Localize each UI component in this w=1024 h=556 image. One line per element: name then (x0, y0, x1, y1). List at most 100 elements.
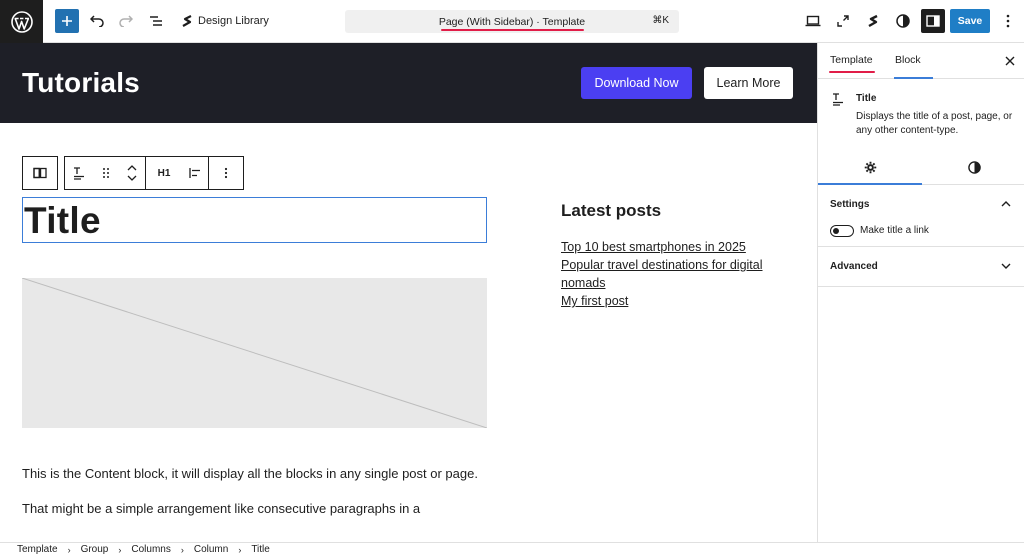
wordpress-logo-button[interactable] (0, 0, 43, 43)
title-block-icon (74, 167, 84, 180)
tab-template-highlight (829, 71, 875, 73)
breadcrumb-item[interactable]: Column (194, 544, 228, 555)
settings-sidebar-toggle[interactable] (921, 9, 945, 33)
settings-panel-title[interactable]: Settings (830, 199, 869, 210)
heading-level-button[interactable]: H1 (146, 157, 182, 189)
content-paragraph: That might be a simple arrangement like … (22, 501, 421, 516)
block-card-description: Displays the title of a post, page, or a… (856, 111, 1013, 136)
close-icon (1005, 56, 1015, 66)
post-content-block[interactable]: This is the Content block, it will displ… (22, 463, 487, 519)
breadcrumb-item[interactable]: Template (17, 544, 58, 555)
redo-button[interactable] (114, 9, 138, 33)
chevron-right-icon: › (118, 544, 122, 555)
settings-panel: Settings Make title a link (818, 185, 1024, 247)
block-toolbar: H1 (22, 156, 244, 190)
device-preview-button[interactable] (801, 9, 825, 33)
stackable-settings-button[interactable] (861, 9, 885, 33)
drag-handle-icon (103, 168, 109, 178)
tab-template[interactable]: Template (830, 54, 873, 66)
block-controls-group: H1 (64, 156, 244, 190)
inspector-tabs (818, 149, 1024, 185)
latest-post-link[interactable]: My first post (561, 294, 628, 308)
list-view-icon (150, 16, 162, 26)
options-menu-button[interactable] (996, 9, 1020, 33)
add-block-button[interactable] (55, 9, 79, 33)
learn-more-button[interactable]: Learn More (704, 67, 793, 99)
laptop-icon (805, 15, 821, 27)
tab-block[interactable]: Block (895, 54, 921, 66)
list-item: Popular travel destinations for digital … (561, 256, 791, 292)
block-card-title: Title (856, 93, 877, 104)
block-options-button[interactable] (209, 157, 243, 189)
half-circle-contrast-icon (896, 14, 910, 28)
text-align-button[interactable] (182, 157, 208, 189)
command-shortcut: ⌘K (652, 15, 669, 26)
fullscreen-preview-button[interactable] (831, 9, 855, 33)
chevron-down-icon[interactable] (127, 175, 137, 181)
editor-canvas: Tutorials Download Now Learn More H1 Tit… (0, 43, 817, 542)
block-card: Title Displays the title of a post, page… (818, 79, 1024, 149)
latest-post-link[interactable]: Top 10 best smartphones in 2025 (561, 240, 746, 254)
hero-header: Tutorials Download Now Learn More (0, 43, 817, 123)
stackable-logo-icon (182, 15, 192, 27)
chevron-up-icon[interactable] (1000, 198, 1012, 210)
styles-button[interactable] (891, 9, 915, 33)
tab-styles[interactable] (966, 159, 982, 175)
post-title-block[interactable]: Title (22, 197, 487, 243)
undo-icon (90, 15, 104, 27)
move-block-controls (119, 157, 145, 189)
wordpress-icon (10, 10, 33, 33)
latest-post-link[interactable]: Popular travel destinations for digital … (561, 258, 763, 290)
design-library-button[interactable]: Design Library (181, 12, 269, 30)
save-button[interactable]: Save (950, 9, 990, 33)
select-parent-button[interactable] (23, 157, 57, 189)
redo-icon (119, 15, 133, 27)
title-block-icon (833, 93, 843, 106)
toggle-knob (833, 228, 839, 234)
title-highlight-underline (441, 29, 584, 31)
advanced-panel: Advanced (818, 247, 1024, 287)
placeholder-diagonal (22, 278, 487, 428)
breadcrumb-item[interactable]: Title (251, 544, 270, 555)
advanced-panel-title[interactable]: Advanced (830, 261, 878, 272)
vertical-ellipsis-icon (224, 167, 228, 179)
settings-sidebar: Template Block Title Displays the title … (817, 43, 1024, 542)
drag-handle[interactable] (93, 157, 119, 189)
make-title-link-label: Make title a link (860, 225, 929, 236)
stackable-logo-icon (868, 14, 878, 28)
editor-top-toolbar: Design Library Page (With Sidebar) · Tem… (0, 0, 1024, 43)
vertical-ellipsis-icon (1006, 14, 1010, 28)
list-item: Top 10 best smartphones in 2025 (561, 238, 791, 256)
make-title-link-toggle[interactable] (830, 225, 854, 237)
content-paragraph: This is the Content block, it will displ… (22, 466, 478, 481)
close-sidebar-button[interactable] (1002, 53, 1018, 69)
sidebar-icon (926, 15, 940, 27)
sidebar-tabs: Template Block (818, 43, 1024, 79)
columns-icon (33, 167, 47, 179)
chevron-up-icon[interactable] (127, 165, 137, 171)
list-item: My first post (561, 292, 791, 310)
breadcrumb-item[interactable]: Group (81, 544, 109, 555)
site-title[interactable]: Tutorials (22, 67, 140, 99)
command-palette-bar[interactable]: Page (With Sidebar) · Template ⌘K (345, 10, 679, 33)
plus-icon (62, 16, 72, 26)
parent-selector-group (22, 156, 58, 190)
featured-image-placeholder[interactable] (22, 278, 487, 428)
align-left-icon (189, 168, 200, 178)
external-expand-icon (837, 15, 849, 27)
chevron-right-icon: › (67, 544, 71, 555)
undo-button[interactable] (85, 9, 109, 33)
half-circle-contrast-icon (967, 160, 981, 174)
chevron-right-icon: › (180, 544, 184, 555)
document-overview-button[interactable] (144, 9, 168, 33)
design-library-label: Design Library (198, 15, 269, 27)
post-title-text: Title (24, 199, 101, 241)
latest-posts-heading[interactable]: Latest posts (561, 201, 661, 221)
breadcrumb-item[interactable]: Columns (131, 544, 170, 555)
gear-icon (864, 161, 876, 173)
latest-posts-list: Top 10 best smartphones in 2025 Popular … (561, 238, 791, 310)
tab-settings[interactable] (862, 159, 878, 175)
block-type-button[interactable] (65, 157, 93, 189)
download-now-button[interactable]: Download Now (581, 67, 692, 99)
chevron-down-icon[interactable] (1000, 260, 1012, 272)
